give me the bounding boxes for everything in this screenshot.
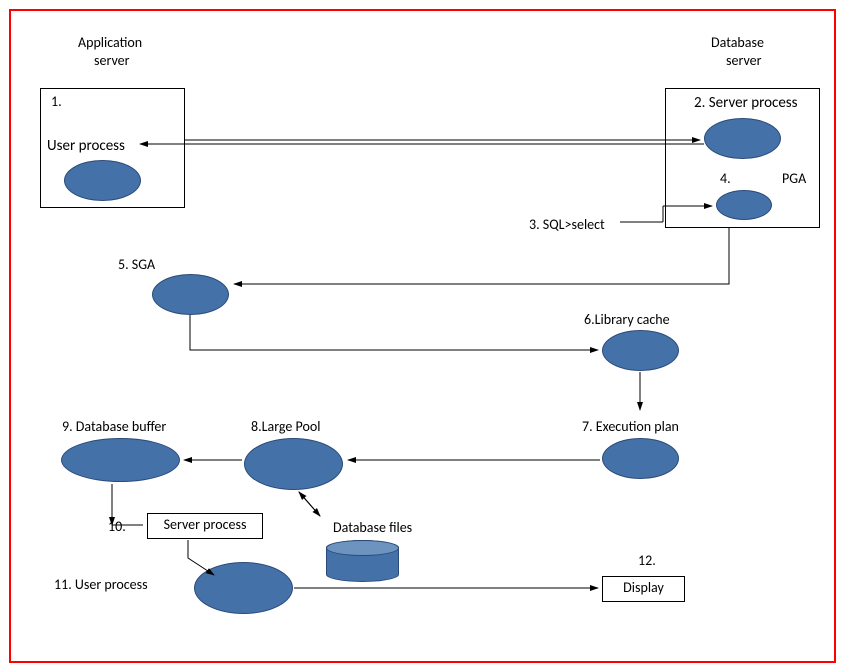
pga-ellipse	[716, 190, 772, 220]
large-pool-ellipse	[244, 438, 343, 490]
display-box-label: Display	[623, 579, 664, 596]
step11-label: 11. User process	[54, 576, 148, 593]
user-process-2-ellipse	[194, 562, 293, 614]
user-process-label: User process	[47, 137, 125, 155]
execution-plan-ellipse	[602, 438, 679, 479]
step10-number: 10.	[108, 518, 126, 535]
db-buffer-ellipse	[61, 438, 180, 482]
library-cache-label: 6.Library cache	[584, 311, 670, 328]
display-box: Display	[602, 576, 685, 602]
app-server-header-line1: Application	[78, 34, 142, 51]
server-process-label: 2. Server process	[694, 94, 798, 112]
sql-select-label: 3. SQL>select	[529, 216, 605, 233]
sga-label: 5. SGA	[118, 256, 155, 273]
pga-label: PGA	[782, 170, 806, 187]
sga-ellipse	[152, 274, 229, 315]
server-process-ellipse	[704, 118, 781, 159]
execution-plan-label: 7. Execution plan	[582, 418, 679, 435]
library-cache-ellipse	[602, 330, 679, 371]
db-buffer-label: 9. Database buffer	[62, 418, 166, 435]
server-process-box-label: Server process	[164, 516, 247, 533]
db-server-header-line2: server	[726, 52, 762, 69]
db-server-header-line1: Database	[711, 34, 764, 51]
step12-number: 12.	[638, 552, 656, 569]
step1-number: 1.	[51, 93, 186, 110]
db-files-label: Database files	[333, 519, 412, 536]
large-pool-label: 8.Large Pool	[251, 418, 320, 435]
app-server-header-line2: server	[94, 52, 130, 69]
step4-number: 4.	[720, 170, 731, 187]
user-process-ellipse	[64, 160, 141, 201]
db-files-cylinder	[326, 540, 399, 582]
server-process-box: Server process	[147, 513, 263, 539]
